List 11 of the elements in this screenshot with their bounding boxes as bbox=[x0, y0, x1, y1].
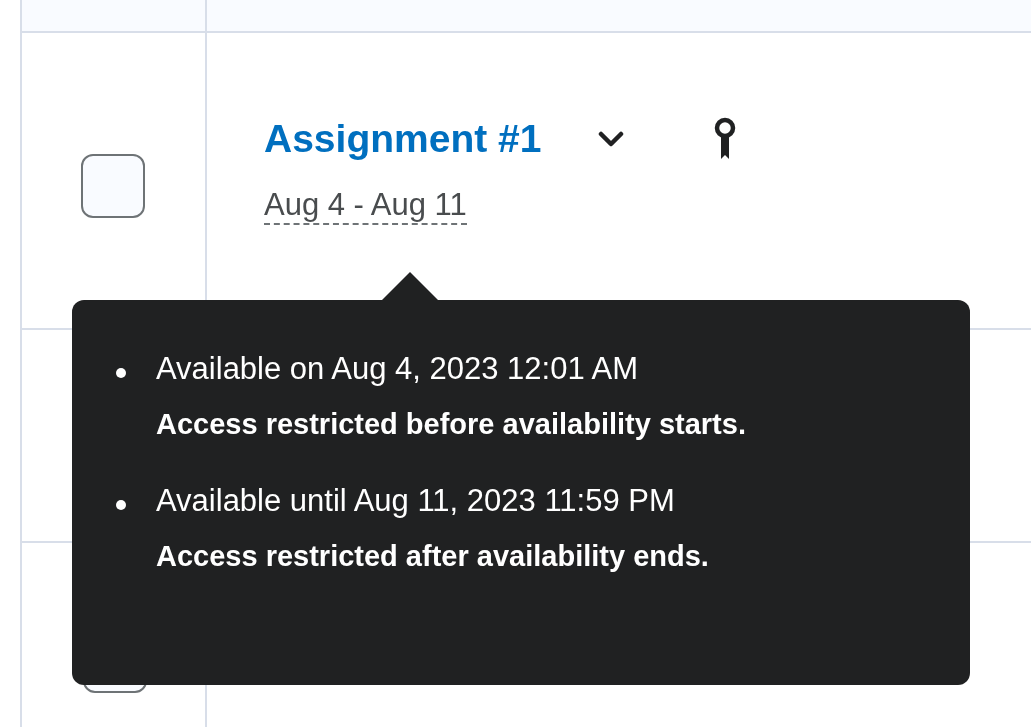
restriction-text: Access restricted after availability ends. bbox=[156, 539, 709, 574]
award-icon bbox=[714, 117, 737, 161]
bullet-icon bbox=[116, 500, 126, 510]
chevron-down-icon[interactable] bbox=[598, 131, 625, 147]
assignment-link[interactable]: Assignment #1 bbox=[264, 117, 542, 161]
restriction-text: Access restricted before availability starts. bbox=[156, 407, 746, 442]
date-range[interactable]: Aug 4 - Aug 11 bbox=[264, 187, 467, 225]
checkbox[interactable] bbox=[81, 154, 145, 218]
availability-text: Available until Aug 11, 2023 11:59 PM bbox=[156, 482, 675, 520]
bullet-icon bbox=[116, 368, 126, 378]
availability-text: Available on Aug 4, 2023 12:01 AM bbox=[156, 350, 639, 388]
